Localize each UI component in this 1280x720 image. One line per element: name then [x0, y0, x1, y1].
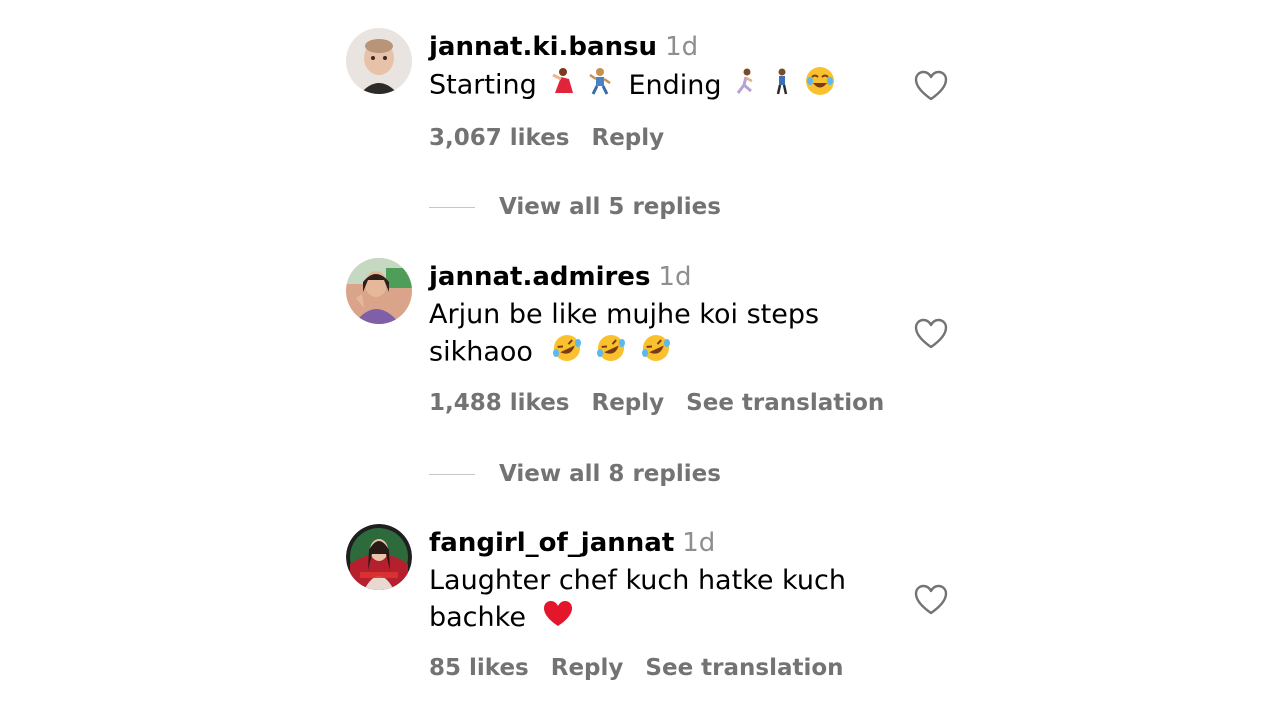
reply-button[interactable]: Reply [551, 655, 624, 681]
comment-meta: 1,488 likes Reply See translation [429, 387, 884, 419]
face-with-tears-of-joy-emoji [805, 66, 835, 106]
comment-body: fangirl_of_jannat 1d Laughter chef kuch h… [429, 524, 869, 684]
rolling-on-floor-laughing-emoji [596, 333, 626, 373]
divider [429, 206, 475, 208]
see-translation-button[interactable]: See translation [686, 390, 884, 416]
timestamp: 1d [665, 32, 699, 62]
comment-text: Starting Ending [429, 66, 869, 106]
timestamp: 1d [682, 528, 716, 558]
see-translation-button[interactable]: See translation [645, 655, 843, 681]
comment-text: Laughter chef kuch hatke kuch bachke [429, 562, 869, 638]
comment-body: jannat.admires 1d Arjun be like mujhe koi… [429, 258, 884, 419]
comments-list: jannat.ki.bansu 1d Starting Ending 3,067… [0, 0, 1280, 720]
comment-text-line: Arjun be like mujhe koi steps [429, 299, 820, 330]
red-heart-emoji [543, 600, 573, 638]
likes-count[interactable]: 85 likes [429, 655, 529, 681]
avatar[interactable] [346, 524, 412, 590]
reply-button[interactable]: Reply [592, 390, 665, 416]
comment-text-line: Laughter chef kuch hatke kuch [429, 565, 846, 596]
comment-text-part: Starting [429, 69, 537, 101]
view-replies-label: View all 5 replies [499, 194, 721, 220]
comment-body: jannat.ki.bansu 1d Starting Ending 3,067… [429, 28, 869, 154]
timestamp: 1d [658, 262, 692, 292]
comment-text-line-2: sikhaoo [429, 333, 869, 373]
reply-button[interactable]: Reply [592, 125, 665, 151]
username[interactable]: jannat.ki.bansu [429, 32, 657, 62]
heart-outline-icon[interactable] [914, 318, 948, 350]
view-replies-button[interactable]: View all 5 replies [429, 189, 721, 225]
username[interactable]: jannat.admires [429, 262, 650, 292]
man-dancing-emoji [588, 67, 612, 105]
comment-header: jannat.ki.bansu 1d [429, 28, 869, 66]
avatar[interactable] [346, 28, 412, 94]
divider [429, 473, 475, 475]
heart-outline-icon[interactable] [914, 70, 948, 102]
comment-text-part: Ending [628, 69, 722, 101]
view-replies-button[interactable]: View all 8 replies [429, 456, 721, 492]
comment-header: fangirl_of_jannat 1d [429, 524, 869, 562]
username[interactable]: fangirl_of_jannat [429, 528, 674, 558]
rolling-on-floor-laughing-emoji [641, 333, 671, 373]
comment-text-part: bachke [429, 602, 526, 633]
likes-count[interactable]: 3,067 likes [429, 125, 570, 151]
comment-meta: 85 likes Reply See translation [429, 652, 869, 684]
comment-text: Arjun be like mujhe koi steps sikhaoo [429, 296, 869, 373]
comment-text-line-2: bachke [429, 599, 869, 638]
comment-text-part: sikhaoo [429, 336, 533, 368]
heart-outline-icon[interactable] [914, 584, 948, 616]
rolling-on-floor-laughing-emoji [552, 333, 582, 373]
comment-header: jannat.admires 1d [429, 258, 869, 296]
avatar[interactable] [346, 258, 412, 324]
comment-meta: 3,067 likes Reply [429, 122, 869, 154]
dancer-emoji [549, 67, 575, 105]
view-replies-label: View all 8 replies [499, 461, 721, 487]
running-emoji [734, 67, 758, 105]
likes-count[interactable]: 1,488 likes [429, 390, 570, 416]
walking-emoji [771, 67, 793, 105]
